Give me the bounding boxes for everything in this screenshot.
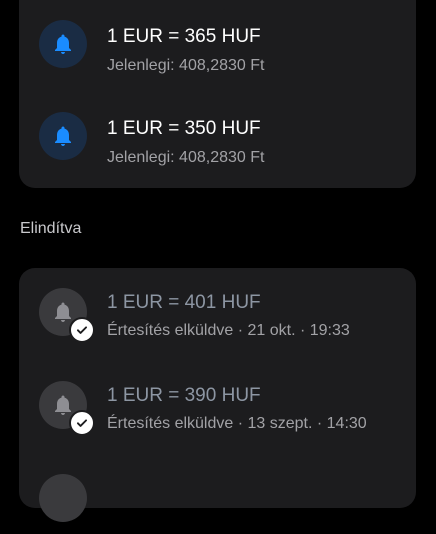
alert-title: 1 EUR = 365 HUF xyxy=(107,26,261,47)
alert-title: 1 EUR = 401 HUF xyxy=(107,292,261,313)
notification-sent-info: Értesítés elküldve · 21 okt. · 19:33 xyxy=(107,322,350,339)
checkmark-icon xyxy=(69,410,95,436)
alert-title: 1 EUR = 390 HUF xyxy=(107,385,261,406)
bell-icon xyxy=(39,20,87,68)
triggered-alert-item[interactable]: 1 EUR = 401 HUF Értesítés elküldve · 21 … xyxy=(19,268,416,348)
alert-item[interactable]: 1 EUR = 365 HUF Jelenlegi: 408,2830 Ft xyxy=(19,0,416,80)
alert-item[interactable]: 1 EUR = 350 HUF Jelenlegi: 408,2830 Ft xyxy=(19,92,416,172)
triggered-alerts-card: 1 EUR = 401 HUF Értesítés elküldve · 21 … xyxy=(19,268,416,522)
active-alerts-card: 1 EUR = 365 HUF Jelenlegi: 408,2830 Ft 1… xyxy=(19,0,416,188)
checkmark-icon xyxy=(69,317,95,343)
bell-icon xyxy=(39,112,87,160)
section-header-triggered: Elindítva xyxy=(20,220,82,237)
notification-sent-info: Értesítés elküldve · 13 szept. · 14:30 xyxy=(107,415,367,432)
alert-current-rate: Jelenlegi: 408,2830 Ft xyxy=(107,57,265,74)
triggered-alert-item-partial[interactable] xyxy=(19,454,416,534)
bell-icon xyxy=(39,474,87,522)
triggered-alert-item[interactable]: 1 EUR = 390 HUF Értesítés elküldve · 13 … xyxy=(19,361,416,441)
alert-title: 1 EUR = 350 HUF xyxy=(107,118,261,139)
alert-current-rate: Jelenlegi: 408,2830 Ft xyxy=(107,149,265,166)
